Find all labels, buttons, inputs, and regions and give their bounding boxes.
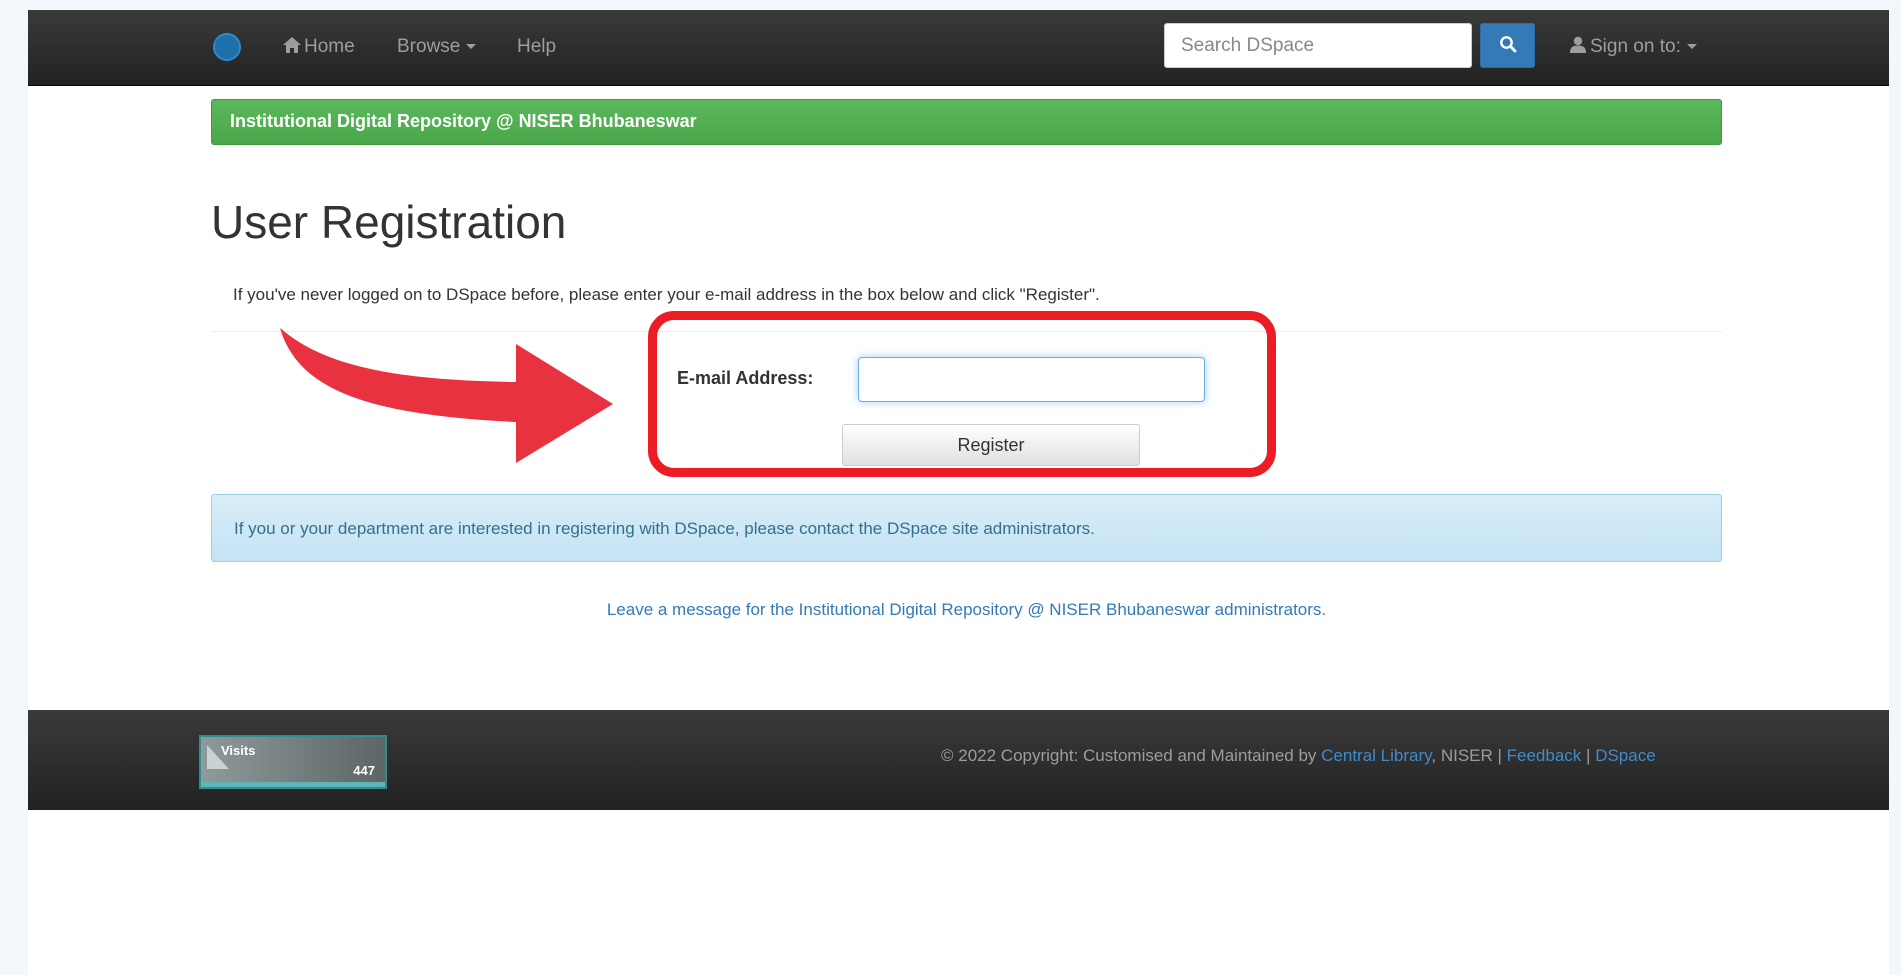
feedback-link[interactable]: Feedback xyxy=(1507,746,1582,765)
footer-copyright: © 2022 Copyright: Customised and Maintai… xyxy=(941,746,1656,766)
dspace-link[interactable]: DSpace xyxy=(1595,746,1655,765)
admin-message-link[interactable]: Leave a message for the Institutional Di… xyxy=(28,600,1901,620)
sign-on-label: Sign on to: xyxy=(1590,36,1681,57)
counter-strip xyxy=(201,782,385,787)
visits-label: Visits xyxy=(221,743,256,758)
info-message: If you or your department are interested… xyxy=(234,519,1095,538)
visits-count: 447 xyxy=(353,763,375,778)
sign-on-dropdown[interactable]: Sign on to: xyxy=(1570,36,1697,58)
highlight-annotation-box xyxy=(648,311,1276,477)
footer: Visits 447 © 2022 Copyright: Customised … xyxy=(28,710,1889,810)
page: Home Browse Help Sign on to: Institution… xyxy=(28,10,1889,975)
niser-text: , NISER | xyxy=(1431,746,1507,765)
chevron-down-icon xyxy=(1686,44,1697,50)
search-icon xyxy=(1499,36,1516,53)
info-alert: If you or your department are interested… xyxy=(211,494,1722,562)
copyright-prefix: © 2022 Copyright: Customised and Maintai… xyxy=(941,746,1322,765)
search-input[interactable] xyxy=(1164,23,1472,68)
user-icon xyxy=(1570,36,1586,53)
footer-separator: | xyxy=(1581,746,1596,765)
visits-counter-widget[interactable]: Visits 447 xyxy=(199,735,387,789)
search-button[interactable] xyxy=(1480,23,1535,68)
central-library-link[interactable]: Central Library xyxy=(1321,746,1431,765)
arrow-annotation-icon xyxy=(280,328,613,463)
